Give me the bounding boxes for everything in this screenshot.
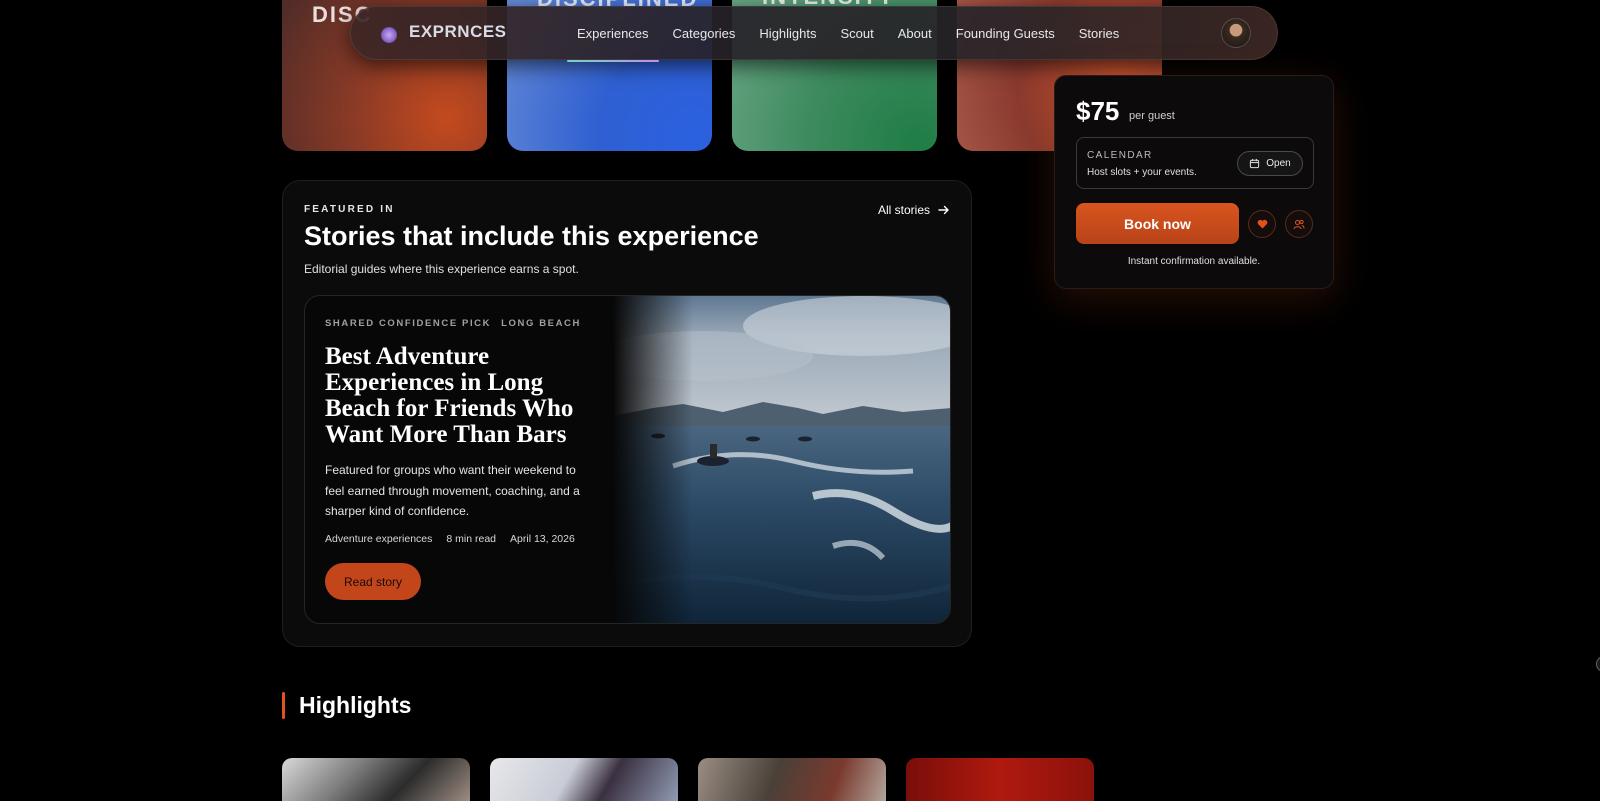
story-category: Adventure experiences <box>325 533 433 545</box>
story-meta: Adventure experiences 8 min read April 1… <box>325 533 575 545</box>
featured-stories-section: FEATURED IN Stories that include this ex… <box>282 180 972 647</box>
highlight-card[interactable] <box>282 758 470 801</box>
logo-icon <box>381 27 397 43</box>
logo-text[interactable]: EXPRNCES <box>409 22 507 42</box>
price: $75 <box>1076 96 1120 126</box>
nav-link-highlights[interactable]: Highlights <box>759 7 816 61</box>
calendar-icon <box>1250 158 1260 169</box>
nav-links: Experiences Categories Highlights Scout … <box>567 7 1119 62</box>
favorite-button[interactable] <box>1248 210 1276 238</box>
nav-link-stories[interactable]: Stories <box>1079 7 1119 61</box>
story-description: Featured for groups who want their weeke… <box>325 463 580 518</box>
story-title[interactable]: Best Adventure Experiences in Long Beach… <box>325 344 595 448</box>
open-calendar-button[interactable]: Open <box>1237 151 1303 176</box>
nav-link-categories[interactable]: Categories <box>673 7 736 61</box>
calendar-label: CALENDAR <box>1087 150 1153 161</box>
all-stories-label: All stories <box>877 203 930 217</box>
open-label: Open <box>1266 158 1291 169</box>
highlight-card[interactable] <box>490 758 678 801</box>
calendar-box: CALENDAR Host slots + your events. Open <box>1076 137 1314 189</box>
highlights-title: Highlights <box>299 692 412 718</box>
instant-confirmation-note: Instant confirmation available. <box>1127 256 1261 267</box>
story-tag: SHARED CONFIDENCE PICK <box>325 318 492 329</box>
story-tag: LONG BEACH <box>501 318 581 329</box>
story-tags: SHARED CONFIDENCE PICK LONG BEACH <box>325 318 581 329</box>
nav-link-about[interactable]: About <box>898 7 932 61</box>
story-read-time: 8 min read <box>446 533 497 545</box>
story-date: April 13, 2026 <box>510 533 575 545</box>
story-card[interactable]: SHARED CONFIDENCE PICK LONG BEACH Best A… <box>304 295 951 624</box>
story-image <box>613 296 950 623</box>
section-kicker: FEATURED IN <box>304 204 395 215</box>
booking-card: $75 per guest CALENDAR Host slots + your… <box>1054 75 1334 289</box>
book-now-button[interactable]: Book now <box>1076 203 1239 244</box>
scroll-indicator[interactable] <box>1596 656 1600 672</box>
user-avatar[interactable] <box>1221 18 1251 48</box>
calendar-subtitle: Host slots + your events. <box>1087 167 1197 178</box>
section-subtitle: Editorial guides where this experience e… <box>304 262 579 276</box>
invite-group-button[interactable] <box>1285 210 1313 238</box>
section-title: Stories that include this experience <box>304 221 759 251</box>
arrow-right-icon <box>938 205 949 215</box>
nav-link-founding-guests[interactable]: Founding Guests <box>956 7 1055 61</box>
nav-link-experiences[interactable]: Experiences <box>567 7 659 62</box>
nav-link-scout[interactable]: Scout <box>841 7 874 61</box>
price-unit: per guest <box>1129 110 1175 122</box>
highlight-card[interactable] <box>698 758 886 801</box>
all-stories-link[interactable]: All stories <box>878 203 950 217</box>
highlight-card[interactable] <box>906 758 1094 801</box>
top-nav: EXPRNCES Experiences Categories Highligh… <box>350 6 1278 62</box>
heart-icon <box>1257 219 1267 229</box>
highlights-accent-bar <box>282 692 285 719</box>
read-story-button[interactable]: Read story <box>325 563 421 600</box>
group-icon <box>1293 219 1305 229</box>
